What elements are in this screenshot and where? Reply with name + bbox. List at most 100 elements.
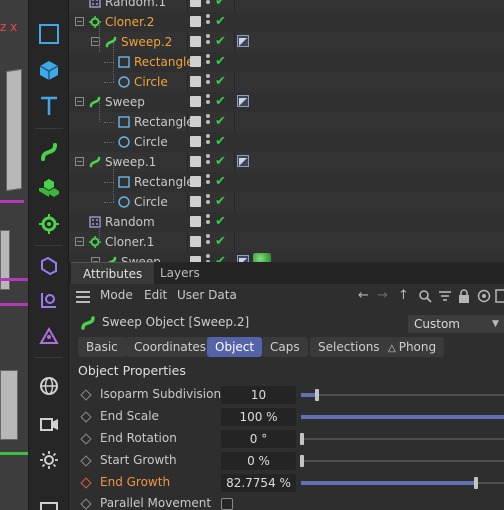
camera-icon[interactable] bbox=[33, 408, 65, 440]
object-row[interactable]: Rectangle ✔ bbox=[69, 172, 504, 192]
hamburger-menu-icon[interactable] bbox=[76, 291, 90, 303]
arrow-right-icon[interactable]: → bbox=[377, 289, 388, 303]
object-name[interactable]: Rectangle bbox=[134, 52, 194, 72]
object-row[interactable]: Circle ✔ bbox=[69, 72, 504, 92]
layer-edit-icon[interactable] bbox=[190, 16, 201, 27]
object-name[interactable]: Sweep.2 bbox=[121, 32, 172, 52]
keyframe-diamond-icon[interactable] bbox=[80, 455, 92, 467]
object-name[interactable]: Rectangle bbox=[134, 172, 194, 192]
enabled-check-icon[interactable]: ✔ bbox=[215, 214, 226, 229]
enabled-check-icon[interactable]: ✔ bbox=[215, 34, 226, 49]
visibility-dots-icon[interactable] bbox=[206, 34, 210, 50]
collapse-toggle-icon[interactable]: − bbox=[75, 17, 84, 26]
object-row[interactable]: Rectangle ✔ bbox=[69, 112, 504, 132]
material-tag-icon[interactable] bbox=[253, 253, 271, 262]
object-row[interactable]: Circle ✔ bbox=[69, 132, 504, 152]
property-checkbox[interactable] bbox=[221, 498, 233, 510]
visibility-dots-icon[interactable] bbox=[206, 74, 210, 90]
slider-knob[interactable] bbox=[474, 477, 478, 489]
enabled-check-icon[interactable]: ✔ bbox=[215, 174, 226, 189]
enabled-check-icon[interactable]: ✔ bbox=[215, 234, 226, 249]
visibility-dots-icon[interactable] bbox=[206, 254, 210, 262]
visibility-dots-icon[interactable] bbox=[206, 214, 210, 230]
collapse-toggle-icon[interactable]: − bbox=[75, 157, 84, 166]
enabled-check-icon[interactable]: ✔ bbox=[215, 254, 226, 262]
tag-icon[interactable] bbox=[237, 35, 249, 47]
lock-icon[interactable] bbox=[457, 289, 471, 307]
property-value-field[interactable]: 0 % bbox=[221, 452, 296, 470]
enabled-check-icon[interactable]: ✔ bbox=[215, 14, 226, 29]
object-row[interactable]: − Sweep.1 ✔ bbox=[69, 152, 504, 172]
tab-layers[interactable]: Layers bbox=[148, 262, 212, 284]
object-row[interactable]: − Sweep ✔ bbox=[69, 92, 504, 112]
visibility-dots-icon[interactable] bbox=[206, 234, 210, 250]
mograph-icon[interactable] bbox=[33, 172, 65, 204]
visibility-dots-icon[interactable] bbox=[206, 54, 210, 70]
tab-attributes[interactable]: Attributes bbox=[71, 262, 155, 284]
object-row[interactable]: Random.1 ✔ bbox=[69, 0, 504, 12]
collapse-toggle-icon[interactable]: − bbox=[75, 237, 84, 246]
cube-primitive-icon[interactable] bbox=[33, 18, 65, 50]
keyframe-diamond-icon[interactable] bbox=[80, 433, 92, 445]
enabled-check-icon[interactable]: ✔ bbox=[215, 94, 226, 109]
property-value-field[interactable]: 100 % bbox=[221, 408, 296, 426]
keyframe-diamond-icon[interactable] bbox=[80, 477, 92, 489]
object-name[interactable]: Sweep bbox=[121, 252, 161, 262]
visibility-dots-icon[interactable] bbox=[206, 14, 210, 30]
object-row[interactable]: − Sweep.2 ✔ bbox=[69, 32, 504, 52]
subtab-object[interactable]: Object bbox=[207, 337, 263, 357]
subtab-phong[interactable]: △ Phong bbox=[382, 337, 445, 357]
layer-edit-icon[interactable] bbox=[190, 156, 201, 167]
property-value-field[interactable]: 10 bbox=[221, 386, 296, 404]
keyframe-diamond-icon[interactable] bbox=[80, 411, 92, 423]
enabled-check-icon[interactable]: ✔ bbox=[215, 54, 226, 69]
visibility-dots-icon[interactable] bbox=[206, 114, 210, 130]
environment-icon[interactable] bbox=[33, 370, 65, 402]
layer-edit-icon[interactable] bbox=[190, 236, 201, 247]
layer-edit-icon[interactable] bbox=[190, 196, 201, 207]
enabled-check-icon[interactable]: ✔ bbox=[215, 154, 226, 169]
sweep-generator-icon[interactable] bbox=[33, 136, 65, 168]
subtab-coordinates[interactable]: Coordinates bbox=[126, 337, 215, 357]
property-value-field[interactable]: 82.7754 % bbox=[221, 474, 296, 492]
visibility-dots-icon[interactable] bbox=[206, 0, 210, 10]
object-row[interactable]: − Cloner.2 ✔ bbox=[69, 12, 504, 32]
object-row[interactable]: Circle ✔ bbox=[69, 192, 504, 212]
layer-edit-icon[interactable] bbox=[190, 36, 201, 47]
enabled-check-icon[interactable]: ✔ bbox=[215, 134, 226, 149]
visibility-dots-icon[interactable] bbox=[206, 154, 210, 170]
object-name[interactable]: Circle bbox=[134, 132, 168, 152]
field-icon[interactable] bbox=[33, 284, 65, 316]
visibility-dots-icon[interactable] bbox=[206, 134, 210, 150]
menu-user-data[interactable]: User Data bbox=[177, 288, 237, 302]
layer-edit-icon[interactable] bbox=[190, 216, 201, 227]
layer-edit-icon[interactable] bbox=[190, 136, 201, 147]
property-value-field[interactable]: 0 ° bbox=[221, 430, 296, 448]
slider-track[interactable] bbox=[301, 438, 504, 440]
slider-knob[interactable] bbox=[315, 389, 319, 401]
target-icon[interactable] bbox=[477, 289, 491, 307]
object-row[interactable]: Rectangle ✔ bbox=[69, 52, 504, 72]
layer-edit-icon[interactable] bbox=[190, 96, 201, 107]
object-name[interactable]: Sweep bbox=[105, 92, 145, 112]
object-name[interactable]: Random.1 bbox=[105, 0, 166, 12]
slider-knob[interactable] bbox=[300, 455, 304, 467]
slider-track[interactable] bbox=[301, 394, 504, 396]
search-icon[interactable] bbox=[418, 289, 432, 307]
deformer-icon[interactable] bbox=[33, 250, 65, 282]
object-name[interactable]: Rectangle bbox=[134, 112, 194, 132]
cube-3d-icon[interactable] bbox=[33, 54, 65, 86]
object-name[interactable]: Random bbox=[105, 212, 155, 232]
collapse-toggle-icon[interactable]: − bbox=[75, 97, 84, 106]
subtab-basic[interactable]: Basic bbox=[78, 337, 126, 357]
tag-icon[interactable] bbox=[237, 155, 249, 167]
object-name[interactable]: Circle bbox=[134, 72, 168, 92]
new-panel-icon[interactable] bbox=[495, 289, 504, 307]
tag-icon[interactable] bbox=[237, 95, 249, 107]
keyframe-diamond-icon[interactable] bbox=[80, 498, 92, 510]
layer-edit-icon[interactable] bbox=[190, 0, 201, 7]
menu-edit[interactable]: Edit bbox=[144, 288, 167, 302]
visibility-dots-icon[interactable] bbox=[206, 94, 210, 110]
keyframe-diamond-icon[interactable] bbox=[80, 389, 92, 401]
enabled-check-icon[interactable]: ✔ bbox=[215, 194, 226, 209]
